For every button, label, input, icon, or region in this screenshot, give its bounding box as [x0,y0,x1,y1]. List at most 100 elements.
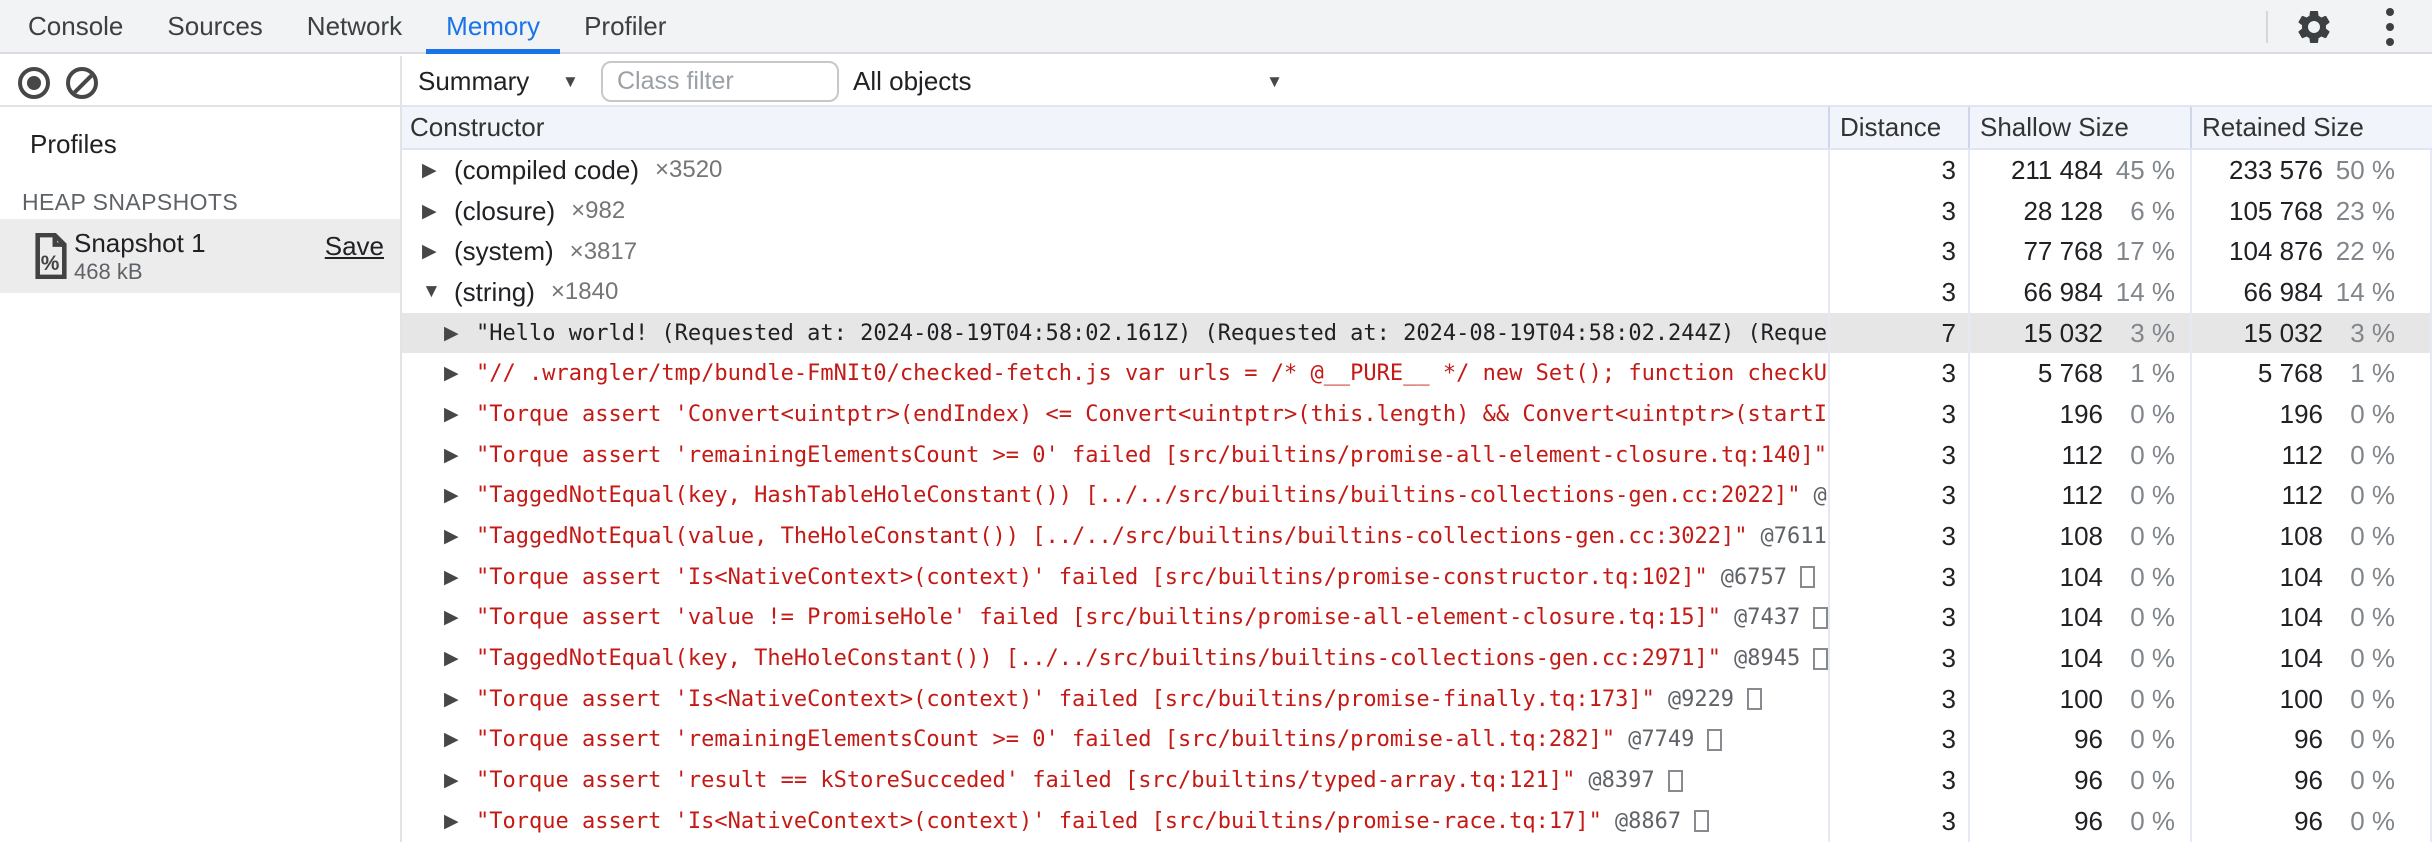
snapshot-list-item[interactable]: % Snapshot 1 468 kB Save [0,219,400,293]
chevron-right-icon[interactable]: ▶ [444,810,476,833]
table-row[interactable]: ▶ "Hello world! (Requested at: 2024-08-19… [402,312,2432,354]
chevron-down-icon[interactable]: ▼ [422,281,454,303]
retained-size-percent: 0 % [2350,643,2395,674]
chevron-right-icon[interactable]: ▶ [444,647,476,670]
constructor-cell: ▶ "Torque assert 'remainingElementsCount … [402,720,1828,761]
record-heap-snapshot-icon[interactable] [18,67,50,99]
shallow-size-value: 112 [2061,480,2103,511]
table-row[interactable]: ▶ (system) ×3817 3 77 768 17 % 104 876 22 % [402,231,2432,273]
retained-size-value: 5 768 [2257,358,2323,389]
retained-size-cell: 112 0 % [2190,434,2432,476]
retained-size-cell: 96 0 % [2190,719,2432,761]
settings-gear-icon[interactable] [2294,7,2334,47]
svg-text:%: % [41,252,60,275]
retained-size-percent: 0 % [2350,439,2395,470]
chevron-right-icon[interactable]: ▶ [444,362,476,385]
unknown-glyph-icon [1800,566,1816,589]
tab-sources[interactable]: Sources [145,0,284,52]
shallow-size-cell: 100 0 % [1968,678,2190,720]
table-row[interactable]: ▶ "Torque assert 'value != PromiseHole' f… [402,597,2432,639]
shallow-size-cell: 96 0 % [1968,801,2190,842]
table-row[interactable]: ▶ "Torque assert 'Convert<uintptr>(endInd… [402,394,2432,435]
chevron-right-icon[interactable]: ▶ [422,240,454,263]
chevron-right-icon[interactable]: ▶ [444,688,476,711]
save-snapshot-link[interactable]: Save [325,231,384,262]
more-options-kebab-icon[interactable] [2386,8,2394,46]
table-row[interactable]: ▶ "Torque assert 'Is<NativeContext>(conte… [402,678,2432,720]
shallow-size-value: 96 [2074,805,2103,836]
instance-count: ×982 [571,197,626,225]
table-row[interactable]: ▶ "Torque assert 'remainingElementsCount … [402,434,2432,476]
shallow-size-percent: 0 % [2130,480,2175,511]
string-value: "Torque assert 'remainingElementsCount >… [476,442,1828,468]
objects-scope-value: All objects [853,65,972,96]
shallow-size-cell: 112 0 % [1968,434,2190,476]
string-value: "Torque assert 'Is<NativeContext>(contex… [476,808,1602,834]
constructor-name: (compiled code) [454,154,639,185]
distance-cell: 3 [1828,231,1968,273]
object-id: @9229 [1667,686,1735,712]
tab-network[interactable]: Network [285,0,424,52]
shallow-size-percent: 0 % [2130,643,2175,674]
retained-size-value: 100 [2279,683,2323,714]
shallow-size-cell: 28 128 6 % [1968,190,2190,232]
table-row[interactable]: ▶ "Torque assert 'Is<NativeContext>(conte… [402,801,2432,842]
table-row[interactable]: ▼ (string) ×1840 3 66 984 14 % 66 984 14 % [402,272,2432,313]
retained-size-value: 104 876 [2229,236,2323,267]
chevron-right-icon[interactable]: ▶ [444,566,476,589]
objects-scope-select[interactable]: All objects ▼ [853,56,1283,106]
chevron-right-icon[interactable]: ▶ [422,200,454,223]
retained-size-value: 196 [2279,398,2323,429]
column-header-constructor[interactable]: Constructor [402,107,1828,148]
shallow-size-cell: 66 984 14 % [1968,272,2190,313]
chevron-right-icon[interactable]: ▶ [444,728,476,751]
shallow-size-percent: 0 % [2130,398,2175,429]
tab-memory[interactable]: Memory [424,0,562,54]
memory-toolbar: Summary ▼ All objects ▼ [402,56,2432,107]
tab-profiler[interactable]: Profiler [562,0,688,52]
retained-size-value: 233 576 [2229,154,2323,185]
string-value: "TaggedNotEqual(key, HashTableHoleConsta… [476,483,1801,509]
retained-size-percent: 0 % [2350,805,2395,836]
table-row[interactable]: ▶ "// .wrangler/tmp/bundle-FmNIt0/checked… [402,353,2432,395]
table-row[interactable]: ▶ "Torque assert 'Is<NativeContext>(conte… [402,556,2432,598]
string-value: "Torque assert 'result == kStoreSucceded… [476,768,1576,794]
table-row[interactable]: ▶ (closure) ×982 3 28 128 6 % 105 768 23 % [402,190,2432,232]
column-header-distance[interactable]: Distance [1828,107,1968,148]
constructor-cell: ▶ (closure) ×982 [402,191,1828,232]
shallow-size-value: 77 768 [2023,236,2103,267]
column-header-shallow-size[interactable]: Shallow Size [1968,107,2190,148]
clear-profiles-icon[interactable] [66,67,98,99]
shallow-size-percent: 0 % [2130,724,2175,755]
shallow-size-percent: 14 % [2115,276,2175,307]
table-row[interactable]: ▶ "TaggedNotEqual(value, TheHoleConstant(… [402,516,2432,557]
profiles-toolbar [0,56,402,107]
heap-snapshot-file-icon: % [35,233,67,279]
shallow-size-percent: 1 % [2130,358,2175,389]
shallow-size-cell: 108 0 % [1968,516,2190,557]
distance-cell: 3 [1828,597,1968,639]
distance-cell: 3 [1828,272,1968,313]
table-row[interactable]: ▶ "Torque assert 'result == kStoreSuccede… [402,760,2432,801]
chevron-right-icon[interactable]: ▶ [444,322,476,345]
string-value: "Torque assert 'Is<NativeContext>(contex… [476,686,1655,712]
column-header-retained-size[interactable]: Retained Size [2190,107,2432,148]
chevron-right-icon[interactable]: ▶ [444,484,476,507]
chevron-right-icon[interactable]: ▶ [444,606,476,629]
class-filter-input[interactable] [601,61,839,102]
table-row[interactable]: ▶ (compiled code) ×3520 3 211 484 45 % 233 576… [402,150,2432,191]
tab-console[interactable]: Console [6,0,145,52]
unknown-glyph-icon [1667,769,1683,792]
chevron-right-icon[interactable]: ▶ [444,769,476,792]
chevron-right-icon[interactable]: ▶ [444,403,476,426]
retained-size-percent: 0 % [2350,561,2395,592]
table-row[interactable]: ▶ "TaggedNotEqual(key, HashTableHoleConst… [402,475,2432,517]
perspective-select-value: Summary [418,65,530,96]
table-row[interactable]: ▶ "Torque assert 'remainingElementsCount … [402,719,2432,761]
chevron-right-icon[interactable]: ▶ [422,159,454,182]
constructor-cell: ▶ "TaggedNotEqual(value, TheHoleConstant(… [402,516,1828,557]
table-row[interactable]: ▶ "TaggedNotEqual(key, TheHoleConstant())… [402,638,2432,679]
chevron-right-icon[interactable]: ▶ [444,525,476,548]
perspective-select[interactable]: Summary ▼ [418,56,598,106]
chevron-right-icon[interactable]: ▶ [444,444,476,467]
